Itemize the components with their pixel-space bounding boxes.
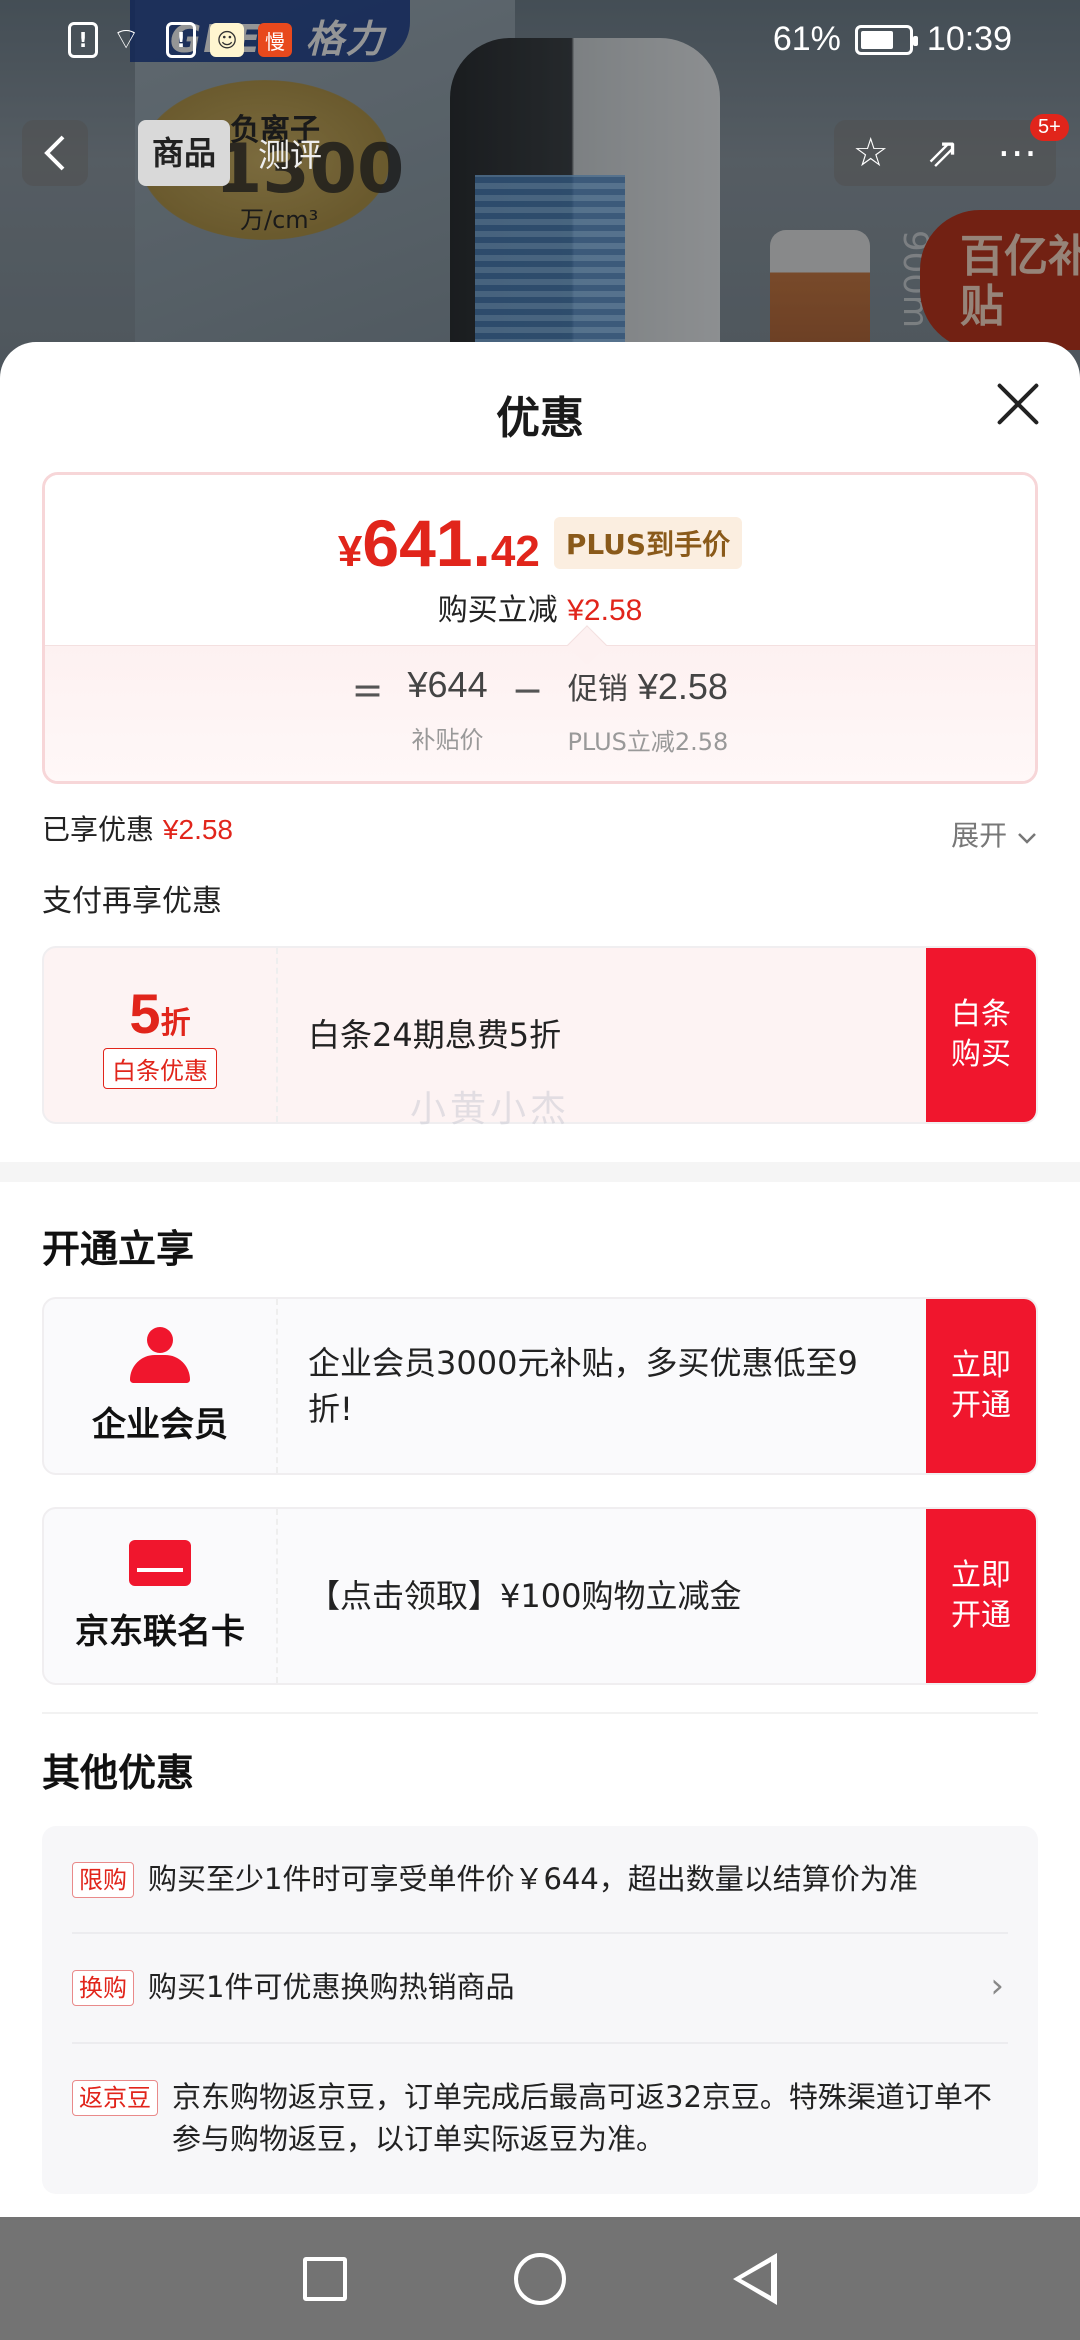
pay-section-title: 支付再享优惠 xyxy=(42,884,222,919)
back-triangle-icon[interactable] xyxy=(732,2252,777,2305)
price-card: ¥641.42 PLUS到手价 购买立减 ¥2.58 = ¥644 补贴价 − … xyxy=(42,472,1038,784)
chevron-down-icon xyxy=(1018,833,1036,844)
app-notification-icon: ☺ xyxy=(210,23,244,57)
watermark: 小黄小杰 xyxy=(410,1089,571,1130)
equals-sign: = xyxy=(351,668,384,712)
minus-sign: − xyxy=(511,668,544,712)
enterprise-member-card[interactable]: 企业会员 企业会员3000元补贴，多买优惠低至9折! 立即开通 xyxy=(42,1297,1038,1475)
member-icon xyxy=(130,1326,190,1383)
other-offers-list: 限购 购买至少1件时可享受单件价￥644，超出数量以结算价为准 换购 购买1件可… xyxy=(42,1826,1038,2194)
close-icon[interactable] xyxy=(994,380,1040,426)
baitiao-desc: 白条24期息费5折 xyxy=(308,1016,562,1054)
system-nav-bar xyxy=(0,2217,1080,2340)
share-icon[interactable]: ⇗ xyxy=(926,130,960,176)
sheet-title: 优惠 xyxy=(496,393,584,444)
sim-alert-icon: ! xyxy=(166,22,196,58)
tab-goods[interactable]: 商品 xyxy=(138,120,231,186)
open-section-title: 开通立享 xyxy=(42,1227,195,1271)
promo-discount: 促销 ¥2.58 PLUS立减2.58 xyxy=(567,666,729,756)
cobrand-name: 京东联名卡 xyxy=(75,1611,245,1652)
cobrand-card[interactable]: 京东联名卡 【点击领取】¥100购物立减金 立即开通 xyxy=(42,1507,1038,1685)
baitiao-discount: 5折 白条优惠 xyxy=(44,948,278,1122)
notification-badge: 5+ xyxy=(1030,114,1069,141)
star-icon[interactable]: ☆ xyxy=(853,130,889,176)
enterprise-desc: 企业会员3000元补贴，多买优惠低至9折! xyxy=(308,1344,858,1428)
chevron-right-icon[interactable]: › xyxy=(990,1966,1004,2006)
jingdou-text: 京东购物返京豆，订单完成后最高可返32京豆。特殊渠道订单不参与购物返豆，以订单实… xyxy=(172,2080,992,2156)
enterprise-open-button[interactable]: 立即开通 xyxy=(926,1299,1036,1473)
battery-icon xyxy=(854,24,918,55)
status-bar: ! ⌔ ! ☺ 慢 61% 10:39 xyxy=(0,0,1080,86)
recents-icon[interactable] xyxy=(303,2256,348,2301)
enjoyed-discount: 已享优惠 ¥2.58 xyxy=(42,813,233,846)
list-item: 限购 购买至少1件时可享受单件价￥644，超出数量以结算价为准 xyxy=(72,1858,1008,1900)
cobrand-desc: 【点击领取】¥100购物立减金 xyxy=(308,1577,742,1615)
separator-line xyxy=(42,1712,1038,1714)
app-slow-icon: 慢 xyxy=(258,23,292,57)
limit-text: 购买至少1件时可享受单件价￥644，超出数量以结算价为准 xyxy=(148,1862,918,1896)
baitiao-buy-button[interactable]: 白条购买 xyxy=(926,948,1036,1122)
credit-card-icon xyxy=(129,1539,191,1586)
home-icon[interactable] xyxy=(513,2252,566,2305)
row-divider xyxy=(72,1932,1008,1934)
final-price: ¥641.42 xyxy=(337,506,540,580)
list-item: 返京豆 京东购物返京豆，订单完成后最高可返32京豆。特殊渠道订单不参与购物返豆，… xyxy=(72,2076,1008,2160)
chevron-left-icon xyxy=(44,135,65,171)
instant-reduce: 购买立减 ¥2.58 xyxy=(437,593,643,628)
enterprise-name: 企业会员 xyxy=(92,1404,228,1445)
cobrand-open-button[interactable]: 立即开通 xyxy=(926,1509,1036,1683)
jingdou-tag: 返京豆 xyxy=(72,2080,158,2116)
back-button[interactable] xyxy=(22,120,88,186)
alert-icon: ! xyxy=(68,22,98,58)
nav-actions: ☆ ⇗ ⋯ xyxy=(834,120,1056,186)
base-price: ¥644 补贴价 xyxy=(407,664,488,754)
price-formula-area: = ¥644 补贴价 − 促销 ¥2.58 PLUS立减2.58 xyxy=(45,645,1035,781)
tab-review[interactable]: 测评 xyxy=(258,130,322,176)
discount-sheet: 优惠 ¥641.42 PLUS到手价 购买立减 ¥2.58 = ¥644 补贴价… xyxy=(0,342,1080,2217)
wifi-icon: ⌔ xyxy=(112,22,141,57)
other-section-title: 其他优惠 xyxy=(42,1751,195,1795)
plus-price-tag: PLUS到手价 xyxy=(553,517,743,569)
row-divider xyxy=(72,2042,1008,2044)
more-icon[interactable]: ⋯ xyxy=(997,130,1037,176)
list-item[interactable]: 换购 购买1件可优惠换购热销商品 xyxy=(72,1966,1008,2008)
expand-button[interactable]: 展开 xyxy=(951,814,1038,854)
clock: 10:39 xyxy=(926,20,1012,58)
limit-tag: 限购 xyxy=(72,1862,134,1898)
baitiao-tag: 白条优惠 xyxy=(103,1048,217,1089)
exchange-text: 购买1件可优惠换购热销商品 xyxy=(148,1970,515,2004)
section-divider xyxy=(0,1162,1080,1182)
exchange-tag: 换购 xyxy=(72,1970,134,2006)
battery-percent: 61% xyxy=(772,20,841,58)
